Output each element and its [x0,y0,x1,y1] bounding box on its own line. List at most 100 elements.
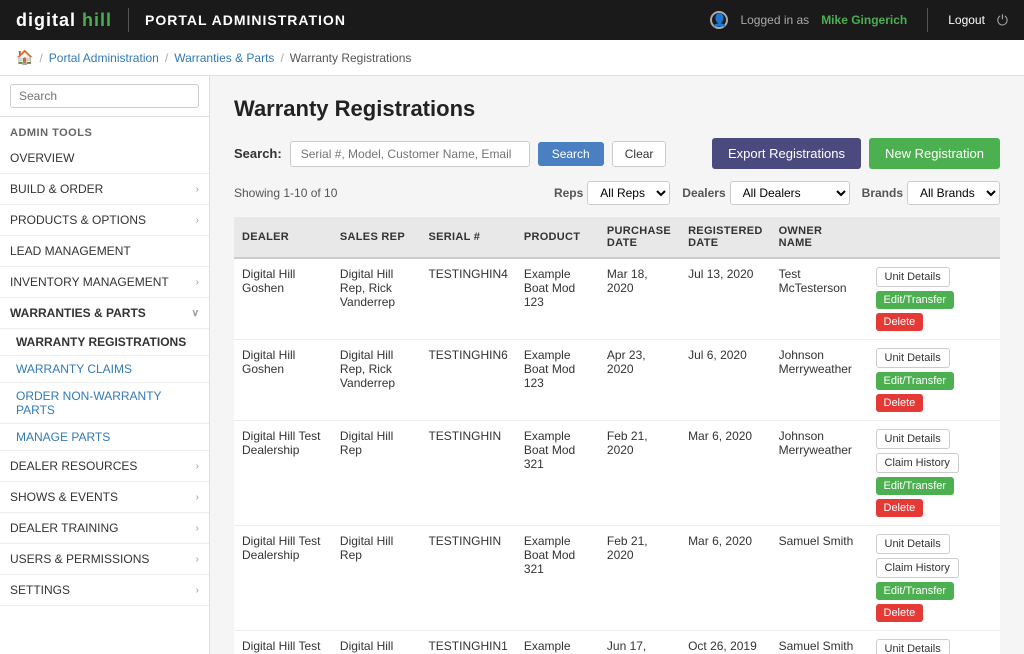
sidebar-sub-manage-parts[interactable]: MANAGE PARTS [0,424,209,451]
cell-sales-rep: Digital Hill Rep, Rick Vanderrep [332,258,421,340]
table-row: Digital Hill Goshen Digital Hill Rep, Ri… [234,340,1000,421]
sidebar-item-dealer-training[interactable]: DEALER TRAINING › [0,513,209,544]
delete-button[interactable]: Delete [876,313,924,331]
claim-history-button[interactable]: Claim History [876,453,959,473]
sub-header: 🏠 / Portal Administration / Warranties &… [0,40,1024,76]
sidebar-search-box[interactable] [0,76,209,117]
col-serial: SERIAL # [420,217,515,258]
cell-purchase-date: Feb 21, 2020 [599,421,680,526]
cell-purchase-date: Feb 21, 2020 [599,526,680,631]
action-cell: Unit Details Edit/Transfer Delete [876,348,993,412]
cell-purchase-date: Jun 17, 2020 [599,631,680,654]
sidebar-item-shows-events[interactable]: SHOWS & EVENTS › [0,482,209,513]
cell-owner: Test McTesterson [771,258,868,340]
table-row: Digital Hill Test Dealership Digital Hil… [234,631,1000,654]
page-title: Warranty Registrations [234,96,1000,122]
cell-registered-date: Mar 6, 2020 [680,421,771,526]
export-registrations-button[interactable]: Export Registrations [712,138,861,169]
action-cell: Unit Details Edit/Transfer Delete [876,267,993,331]
sidebar-item-products-options[interactable]: PRODUCTS & OPTIONS › [0,205,209,236]
new-registration-button[interactable]: New Registration [869,138,1000,169]
sidebar-item-inventory-management[interactable]: INVENTORY MANAGEMENT › [0,267,209,298]
search-input[interactable] [10,84,199,108]
chevron-right-icon: › [196,215,199,226]
cell-owner: Johnson Merryweather [771,340,868,421]
edit-transfer-button[interactable]: Edit/Transfer [876,291,955,309]
claim-history-button[interactable]: Claim History [876,558,959,578]
sidebar-item-build-order[interactable]: BUILD & ORDER › [0,174,209,205]
cell-serial: TESTINGHIN4 [420,258,515,340]
sidebar-sub-order-non-warranty[interactable]: ORDER NON-WARRANTY PARTS [0,383,209,424]
cell-product: Example Boat Mod 123 [516,631,599,654]
unit-details-button[interactable]: Unit Details [876,267,950,287]
sidebar-label-warranties-parts: WARRANTIES & PARTS [10,306,146,320]
dealers-label: Dealers [682,186,725,200]
delete-button[interactable]: Delete [876,604,924,622]
cell-dealer: Digital Hill Test Dealership [234,526,332,631]
chevron-right-icon: › [196,523,199,534]
search-button[interactable]: Search [538,142,604,166]
table-row: Digital Hill Goshen Digital Hill Rep, Ri… [234,258,1000,340]
col-product: PRODUCT [516,217,599,258]
breadcrumb-home-icon[interactable]: 🏠 [16,49,33,66]
brands-select[interactable]: All Brands [907,181,1000,205]
username: Mike Gingerich [821,13,907,27]
unit-details-button[interactable]: Unit Details [876,639,950,654]
edit-transfer-button[interactable]: Edit/Transfer [876,582,955,600]
toolbar: Search: Search Clear Export Registration… [234,138,1000,169]
reps-filter-group: Reps All Reps [554,181,670,205]
breadcrumb-portal-admin[interactable]: Portal Administration [49,51,159,65]
clear-button[interactable]: Clear [612,141,667,167]
dealers-filter-group: Dealers All Dealers [682,181,849,205]
cell-owner: Samuel Smith [771,631,868,654]
cell-purchase-date: Apr 23, 2020 [599,340,680,421]
sidebar-item-warranties-parts[interactable]: WARRANTIES & PARTS ∨ [0,298,209,329]
sidebar-label-shows-events: SHOWS & EVENTS [10,490,118,504]
sidebar-item-settings[interactable]: SETTINGS › [0,575,209,606]
logo-area: digital hill [16,10,112,31]
cell-dealer: Digital Hill Test Dealership [234,631,332,654]
action-cell: Unit Details Edit/Transfer Delete [876,639,993,654]
power-icon[interactable]: ⏻ [997,12,1008,29]
unit-details-button[interactable]: Unit Details [876,429,950,449]
brands-filter-group: Brands All Brands [862,181,1000,205]
col-purchase-date: PURCHASEDATE [599,217,680,258]
brands-label: Brands [862,186,903,200]
delete-button[interactable]: Delete [876,394,924,412]
col-dealer: DEALER [234,217,332,258]
cell-registered-date: Jul 13, 2020 [680,258,771,340]
sidebar-item-dealer-resources[interactable]: DEALER RESOURCES › [0,451,209,482]
user-icon: 👤 [710,11,728,29]
cell-product: Example Boat Mod 123 [516,258,599,340]
cell-dealer: Digital Hill Test Dealership [234,421,332,526]
content-area: Warranty Registrations Search: Search Cl… [210,76,1024,654]
portal-title: PORTAL ADMINISTRATION [145,12,710,28]
sidebar-sub-warranty-claims[interactable]: WARRANTY CLAIMS [0,356,209,383]
chevron-down-icon: ∨ [192,308,199,319]
dealers-select[interactable]: All Dealers [730,181,850,205]
unit-details-button[interactable]: Unit Details [876,534,950,554]
main-layout: ADMIN TOOLS OVERVIEW BUILD & ORDER › PRO… [0,76,1024,654]
cell-serial: TESTINGHIN6 [420,340,515,421]
delete-button[interactable]: Delete [876,499,924,517]
logo-digital: digital [16,10,76,30]
unit-details-button[interactable]: Unit Details [876,348,950,368]
sidebar-item-lead-management[interactable]: LEAD MANAGEMENT [0,236,209,267]
cell-registered-date: Oct 26, 2019 [680,631,771,654]
logout-button[interactable]: Logout [948,13,985,27]
sidebar-item-overview[interactable]: OVERVIEW [0,143,209,174]
cell-sales-rep: Digital Hill Rep, Rick Vanderrep [332,340,421,421]
admin-tools-title: ADMIN TOOLS [0,117,209,143]
reps-select[interactable]: All Reps [587,181,670,205]
search-field[interactable] [290,141,530,167]
cell-serial: TESTINGHIN [420,526,515,631]
col-actions [868,217,1001,258]
sidebar-sub-warranty-registrations[interactable]: WARRANTY REGISTRATIONS [0,329,209,356]
action-cell: Unit Details Claim History Edit/Transfer… [876,534,993,622]
sidebar-label-settings: SETTINGS [10,583,70,597]
sidebar-item-users-permissions[interactable]: USERS & PERMISSIONS › [0,544,209,575]
edit-transfer-button[interactable]: Edit/Transfer [876,477,955,495]
edit-transfer-button[interactable]: Edit/Transfer [876,372,955,390]
cell-actions: Unit Details Claim History Edit/Transfer… [868,526,1001,631]
breadcrumb-warranties-parts[interactable]: Warranties & Parts [174,51,274,65]
